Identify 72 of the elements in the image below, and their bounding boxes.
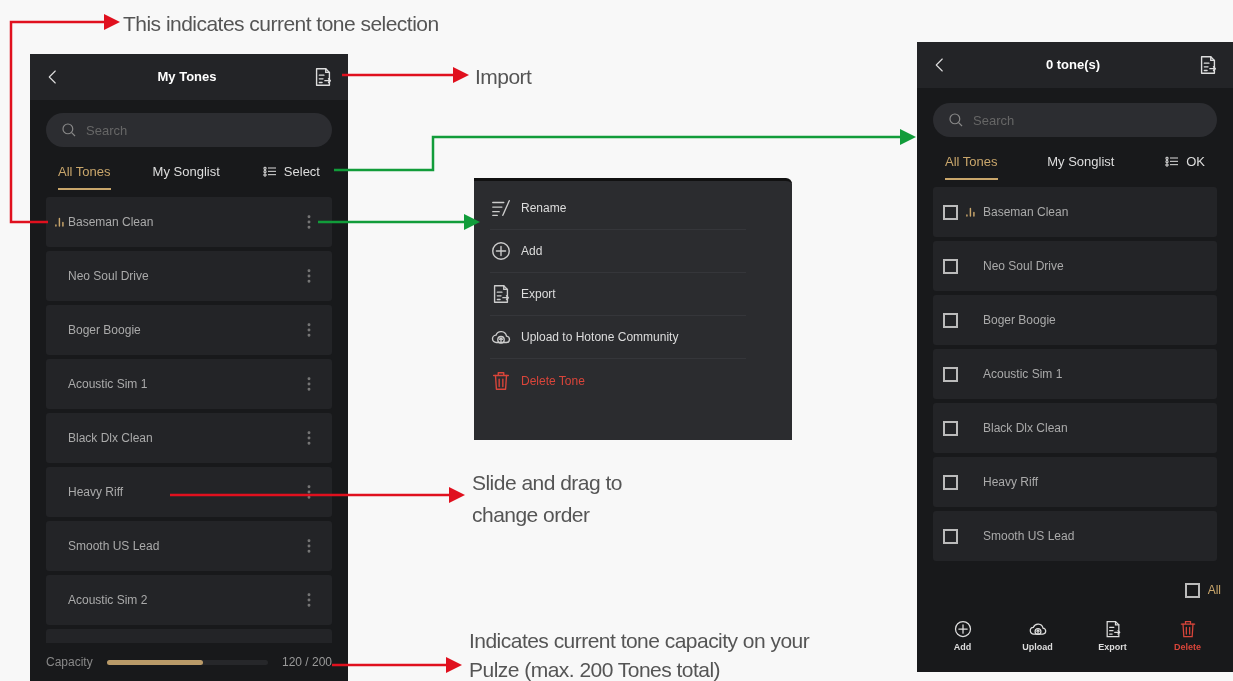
- tone-name: Acoustic Sim 1: [68, 376, 149, 393]
- tab[interactable]: My Songlist: [1047, 144, 1115, 180]
- tone-name: Boger Boogie: [983, 312, 1056, 329]
- tone-row[interactable]: Smooth US Lead: [46, 521, 332, 571]
- checkbox[interactable]: [943, 204, 958, 220]
- tone-name: Baseman Clean: [68, 214, 155, 231]
- select-all-checkbox[interactable]: All: [1184, 581, 1221, 599]
- screen-title: 0 tone(s): [1045, 56, 1101, 75]
- toolbar-button[interactable]: Export: [1082, 619, 1143, 655]
- tone-row[interactable]: Smooth US Lead: [933, 511, 1217, 561]
- capacity-label: Capacity: [46, 654, 93, 671]
- toolbar-button[interactable]: Upload: [1007, 619, 1068, 655]
- rename-icon: [490, 197, 512, 219]
- tone-row[interactable]: Acoustic Sim 2: [46, 575, 332, 625]
- menu-item[interactable]: Export: [490, 273, 746, 316]
- plus-circle-icon: [952, 619, 973, 639]
- search-field[interactable]: Search: [933, 103, 1217, 137]
- checklist-icon: [261, 164, 278, 180]
- toolbar-button[interactable]: Delete: [1157, 619, 1218, 655]
- search-icon: [60, 121, 78, 139]
- annotation-text: Indicates current tone capacity on your: [469, 628, 810, 654]
- tone-name: Boger Boogie: [68, 322, 142, 339]
- tone-row[interactable]: Black Dlx Clean: [933, 403, 1217, 453]
- tone-name: Smooth US Lead: [983, 528, 1075, 545]
- tone-name: Acoustic Sim 1: [983, 366, 1063, 383]
- plus-circle-icon: [490, 240, 512, 262]
- tab[interactable]: All Tones: [58, 154, 111, 190]
- tone-row[interactable]: Boger Boogie: [46, 305, 332, 355]
- ok-button[interactable]: OK: [1164, 152, 1205, 172]
- tone-name: Neo Soul Drive: [68, 268, 150, 285]
- tab[interactable]: My Songlist: [152, 154, 220, 190]
- menu-item[interactable]: Rename: [490, 187, 746, 230]
- annotation-text: This indicates current tone selection: [123, 11, 439, 37]
- tone-row[interactable]: Acoustic Sim 1: [933, 349, 1217, 399]
- tone-name: Heavy Riff: [983, 474, 1039, 491]
- tone-row[interactable]: Neo Soul Drive: [46, 251, 332, 301]
- tone-name: Neo Soul Drive: [983, 258, 1064, 275]
- annotation-text: change order: [472, 502, 591, 528]
- checkbox[interactable]: [943, 258, 958, 274]
- checkbox[interactable]: [943, 420, 958, 436]
- tone-row[interactable]: Heavy Riff: [46, 467, 332, 517]
- tone-name: Black Dlx Clean: [983, 420, 1068, 437]
- tone-row[interactable]: Acoustic Sim 1: [46, 359, 332, 409]
- checkbox[interactable]: [943, 474, 958, 490]
- tab[interactable]: All Tones: [945, 144, 998, 180]
- checklist-icon: [1164, 154, 1181, 170]
- tone-row[interactable]: Black Dlx Clean: [46, 413, 332, 463]
- tone-name: Black Dlx Clean: [68, 430, 154, 447]
- annotation-text: Pulze (max. 200 Tones total): [469, 657, 722, 681]
- annotation-text: Slide and drag to: [472, 470, 622, 496]
- tone-name: Acoustic Sim 2: [68, 592, 149, 609]
- tone-row[interactable]: Baseman Clean: [933, 187, 1217, 237]
- annotation-text: Import: [475, 64, 532, 90]
- checkbox[interactable]: [943, 528, 958, 544]
- tone-row[interactable]: Heavy Riff: [933, 457, 1217, 507]
- select-button[interactable]: Select: [261, 162, 320, 182]
- toolbar-button[interactable]: Add: [932, 619, 993, 655]
- menu-item[interactable]: Add: [490, 230, 746, 273]
- capacity-reading: 120 / 200: [281, 654, 332, 671]
- tone-row[interactable]: Baseman Clean: [46, 197, 332, 247]
- menu-item[interactable]: Upload to Hotone Community: [490, 316, 746, 359]
- tone-name: Baseman Clean: [983, 204, 1069, 221]
- search-icon: [947, 111, 965, 129]
- search-field[interactable]: Search: [46, 113, 332, 147]
- trash-icon: [490, 369, 512, 392]
- tone-row[interactable]: Boger Boogie: [933, 295, 1217, 345]
- tone-name: Heavy Riff: [68, 484, 125, 501]
- checkbox[interactable]: [943, 366, 958, 382]
- tone-name: Smooth US Lead: [68, 538, 161, 555]
- tone-row[interactable]: Neo Soul Drive: [933, 241, 1217, 291]
- screen-title: My Tones: [157, 68, 217, 87]
- checkbox[interactable]: [943, 312, 958, 328]
